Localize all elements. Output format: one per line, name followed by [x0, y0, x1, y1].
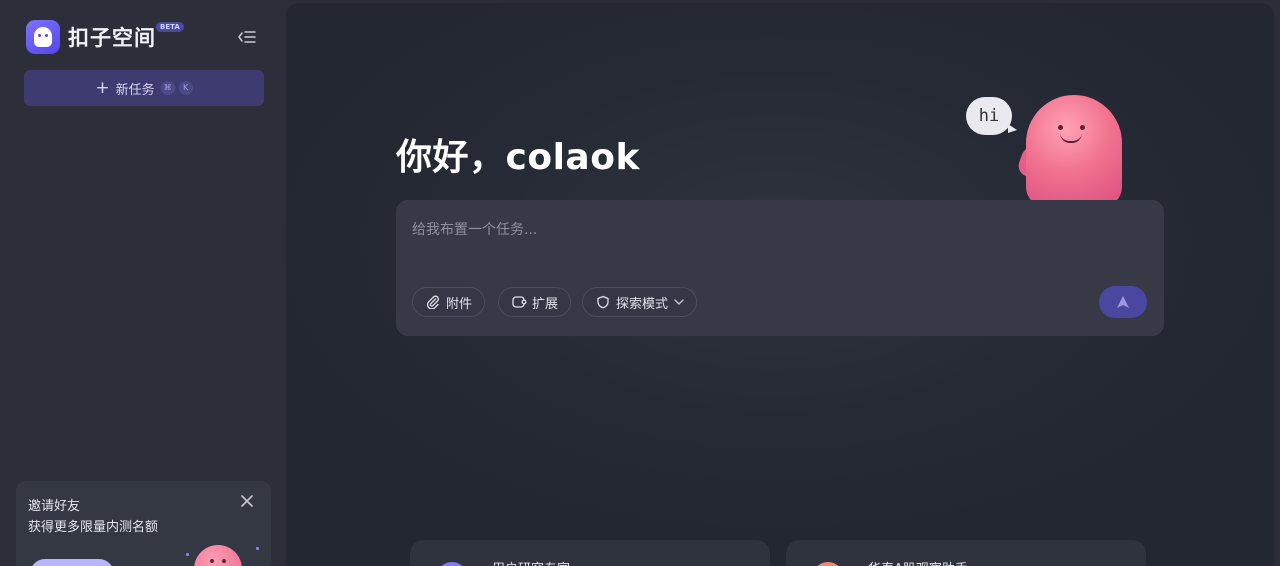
agent-avatar: [812, 562, 844, 566]
task-input[interactable]: [412, 218, 1142, 242]
attach-label: 附件: [446, 296, 473, 312]
sidebar-collapse-button[interactable]: [236, 27, 258, 47]
main-panel: 你好，colaok hi 附件: [286, 3, 1274, 566]
invite-close-button[interactable]: [238, 493, 256, 511]
invite-mascot-illustration: [194, 545, 244, 566]
attach-button[interactable]: 附件: [412, 287, 486, 317]
beta-badge: BETA: [156, 22, 184, 32]
task-composer: 附件 扩展 探索模式: [396, 200, 1164, 336]
mascot-speech-bubble: hi: [966, 97, 1017, 135]
app-root: 扣子空间 BETA + 新任务 ⌘ K 邀请好友 获得更多限量内测名额 你好，c…: [0, 0, 1280, 566]
send-arrow-icon: [1117, 296, 1129, 308]
new-task-label: 新任务: [115, 82, 155, 98]
sidebar-collapse-icon: [238, 31, 256, 43]
brand-logo-icon: [26, 20, 60, 54]
mascot-illustration: [1015, 95, 1126, 207]
paperclip-icon: [425, 294, 441, 310]
new-task-button[interactable]: + 新任务 ⌘ K: [24, 70, 264, 106]
agent-name: 华泰A股观察助手: [868, 558, 968, 566]
shortcut-key-cmd: ⌘: [160, 81, 175, 95]
sparkle-icon: [256, 547, 259, 550]
invite-action-button[interactable]: [30, 559, 114, 566]
agent-name: 用户研究专家: [492, 558, 570, 566]
mode-select[interactable]: 探索模式: [582, 287, 698, 317]
plugin-icon: [511, 294, 527, 310]
shield-icon: [595, 294, 611, 310]
chevron-down-icon: [674, 297, 684, 308]
sidebar: 扣子空间 BETA + 新任务 ⌘ K 邀请好友 获得更多限量内测名额: [0, 0, 286, 566]
sparkle-icon: [186, 553, 189, 556]
brand[interactable]: 扣子空间 BETA: [26, 20, 184, 54]
send-button[interactable]: [1099, 286, 1147, 318]
shortcut-key-k: K: [178, 81, 193, 95]
agent-card[interactable]: 华泰A股观察助手: [786, 540, 1146, 566]
agent-avatar: [436, 562, 468, 566]
brand-name: 扣子空间: [68, 26, 156, 50]
agent-card[interactable]: 用户研究专家: [410, 540, 770, 566]
plus-icon: +: [95, 77, 110, 98]
close-icon: [241, 495, 253, 507]
invite-banner: 邀请好友 获得更多限量内测名额: [16, 481, 271, 566]
extend-button[interactable]: 扩展: [498, 287, 572, 317]
invite-title: 邀请好友: [28, 499, 81, 514]
greeting-title: 你好，colaok: [396, 137, 640, 178]
extend-label: 扩展: [532, 296, 559, 312]
mode-label: 探索模式: [616, 296, 669, 312]
invite-subtitle: 获得更多限量内测名额: [28, 520, 159, 535]
